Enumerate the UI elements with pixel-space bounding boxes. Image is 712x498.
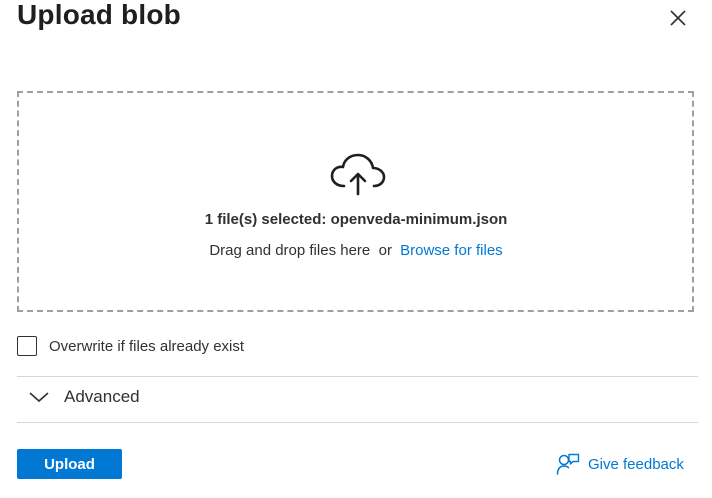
advanced-toggle[interactable]: Advanced: [28, 387, 140, 407]
overwrite-option[interactable]: Overwrite if files already exist: [17, 336, 244, 356]
drag-drop-text: Drag and drop files here: [209, 242, 371, 259]
upload-button[interactable]: Upload: [17, 449, 122, 479]
overwrite-label[interactable]: Overwrite if files already exist: [49, 338, 244, 355]
file-dropzone[interactable]: [17, 91, 694, 312]
give-feedback-label[interactable]: Give feedback: [588, 456, 684, 473]
upload-blob-panel: Upload blob 1 file(s) selected: openveda…: [0, 0, 712, 498]
cloud-upload-icon: [330, 153, 386, 196]
close-button[interactable]: [666, 6, 690, 30]
divider-top: [17, 376, 698, 377]
selected-files-text: 1 file(s) selected: openveda-minimum.jso…: [204, 211, 508, 228]
feedback-person-icon: [556, 453, 580, 475]
or-text: or: [378, 242, 392, 259]
browse-files-link[interactable]: Browse for files: [400, 242, 503, 259]
divider-bottom: [17, 422, 698, 423]
overwrite-checkbox[interactable]: [17, 336, 37, 356]
chevron-down-icon: [29, 392, 49, 403]
close-icon: [670, 10, 686, 26]
panel-title: Upload blob: [17, 0, 181, 30]
drag-drop-line: Drag and drop files here or Browse for f…: [0, 242, 712, 259]
advanced-label[interactable]: Advanced: [64, 387, 140, 407]
give-feedback-link[interactable]: Give feedback: [556, 452, 684, 476]
